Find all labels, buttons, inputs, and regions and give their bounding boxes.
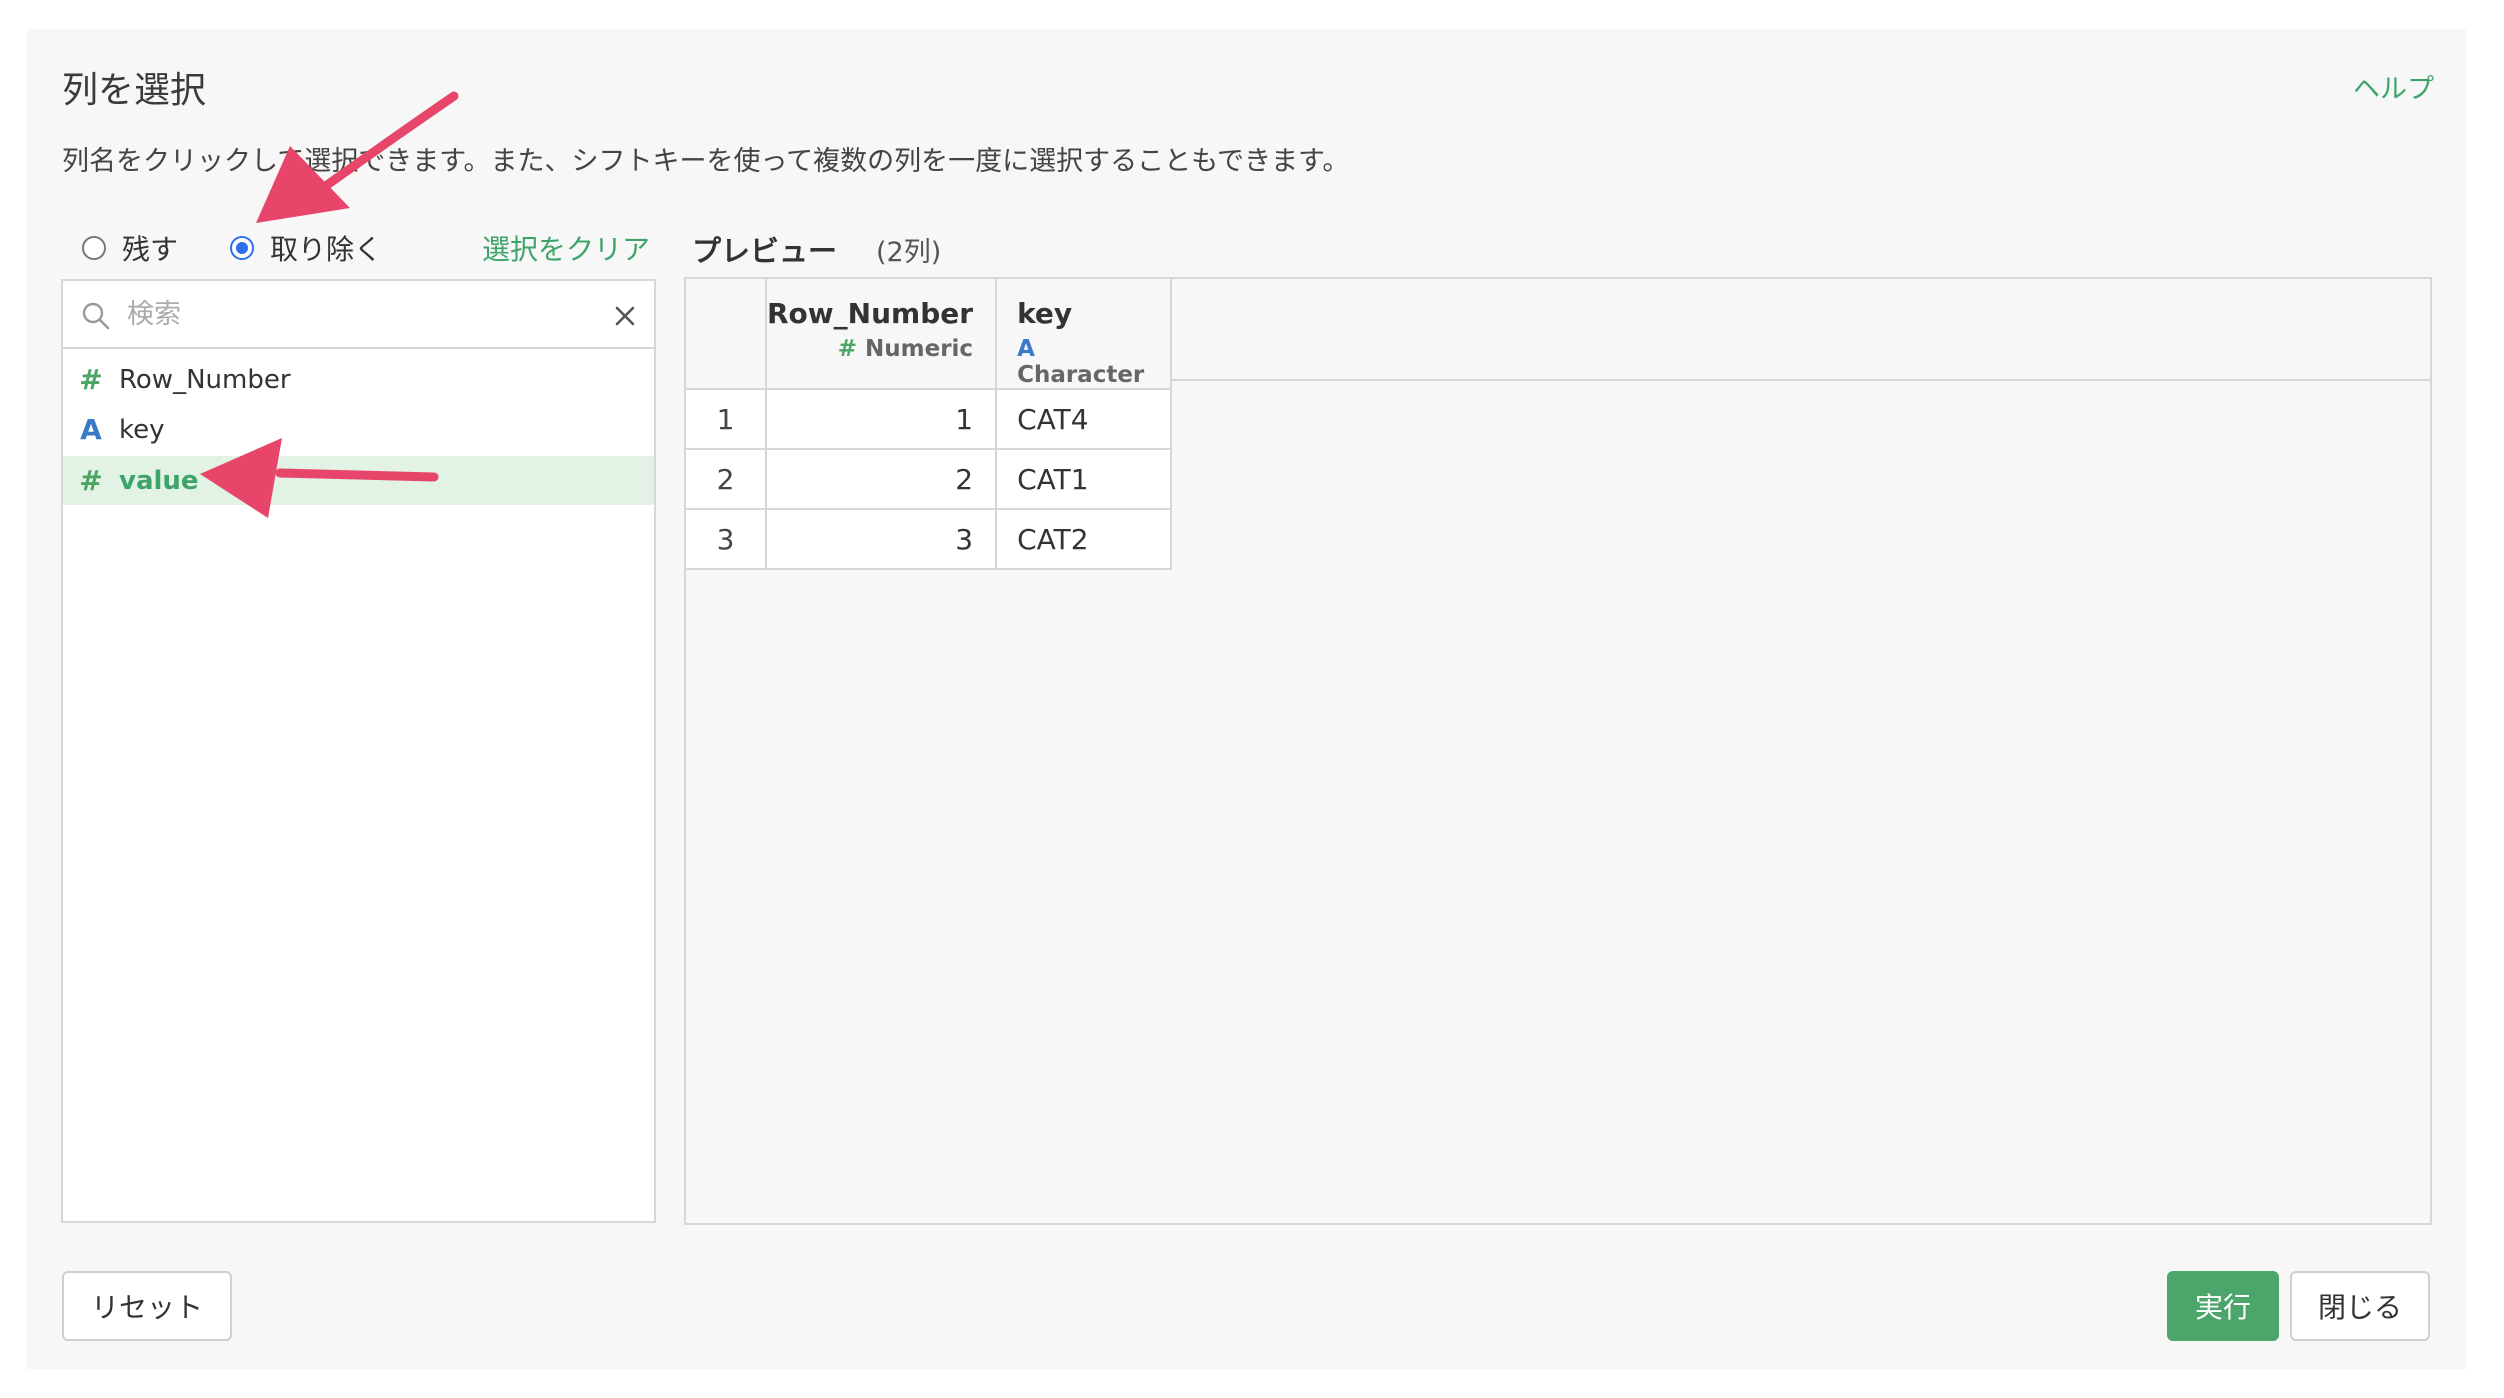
column-list-panel: # Row_Number A key # value — [61, 279, 656, 1223]
column-name: key — [119, 414, 165, 445]
cell-row-number: 3 — [766, 509, 998, 570]
table-row: 2 2 CAT1 — [686, 449, 1173, 510]
numeric-type-icon: # — [79, 363, 103, 396]
header-name: Row_Number — [767, 297, 974, 330]
column-name: Row_Number — [119, 364, 291, 395]
clear-search-icon[interactable] — [614, 305, 636, 327]
cell-key: CAT4 — [996, 389, 1173, 450]
column-item-value[interactable]: # value — [63, 456, 654, 505]
header-key: key A Character — [996, 279, 1173, 390]
header-type-label: Numeric — [865, 336, 974, 362]
table-header-row: Row_Number # Numeric key A Character — [686, 279, 1173, 390]
column-item-row-number[interactable]: # Row_Number — [63, 355, 654, 404]
help-link[interactable]: ヘルプ — [2353, 67, 2434, 106]
search-box — [63, 281, 654, 349]
close-button[interactable]: 閉じる — [2290, 1271, 2430, 1341]
run-button[interactable]: 実行 — [2167, 1271, 2279, 1341]
cell-key: CAT2 — [996, 509, 1173, 570]
character-type-icon: A — [1017, 336, 1035, 362]
preview-table: Row_Number # Numeric key A Character 1 1… — [686, 279, 1173, 570]
reset-button[interactable]: リセット — [62, 1271, 232, 1341]
remove-option[interactable]: 取り除く — [230, 228, 382, 268]
search-icon — [82, 302, 110, 330]
numeric-type-icon: # — [79, 464, 103, 497]
row-index: 2 — [686, 449, 767, 510]
header-type-label: Character — [1017, 362, 1145, 388]
header-type: # Numeric — [767, 336, 973, 362]
keep-label: 残す — [122, 233, 179, 266]
remove-label: 取り除く — [270, 233, 383, 266]
table-row: 3 3 CAT2 — [686, 509, 1173, 570]
header-row-number: Row_Number # Numeric — [766, 279, 998, 390]
keep-option[interactable]: 残す — [82, 228, 178, 268]
character-type-icon: A — [80, 413, 102, 446]
search-input[interactable] — [125, 291, 599, 337]
column-item-key[interactable]: A key — [63, 405, 654, 454]
row-index: 1 — [686, 389, 767, 450]
select-columns-dialog: 列を選択 ヘルプ 列名をクリックして選択できます。また、シフトキーを使って複数の… — [26, 29, 2466, 1369]
remove-radio[interactable] — [230, 236, 254, 260]
dialog-title: 列を選択 — [62, 70, 207, 111]
header-type: A Character — [1017, 336, 1170, 388]
dialog-description: 列名をクリックして選択できます。また、シフトキーを使って複数の列を一度に選択する… — [62, 146, 1350, 177]
cell-row-number: 1 — [766, 389, 998, 450]
clear-selection-link[interactable]: 選択をクリア — [482, 228, 650, 268]
cell-key: CAT1 — [996, 449, 1173, 510]
row-index-header — [686, 279, 767, 390]
header-name: key — [1017, 297, 1073, 330]
column-name: value — [119, 465, 199, 496]
preview-title: プレビュー — [692, 234, 838, 268]
preview-panel: Row_Number # Numeric key A Character 1 1… — [684, 277, 2432, 1225]
table-row: 1 1 CAT4 — [686, 389, 1173, 450]
preview-count: (2列) — [876, 237, 942, 268]
cell-row-number: 2 — [766, 449, 998, 510]
numeric-type-icon: # — [837, 336, 857, 362]
keep-radio[interactable] — [82, 236, 106, 260]
row-index: 3 — [686, 509, 767, 570]
